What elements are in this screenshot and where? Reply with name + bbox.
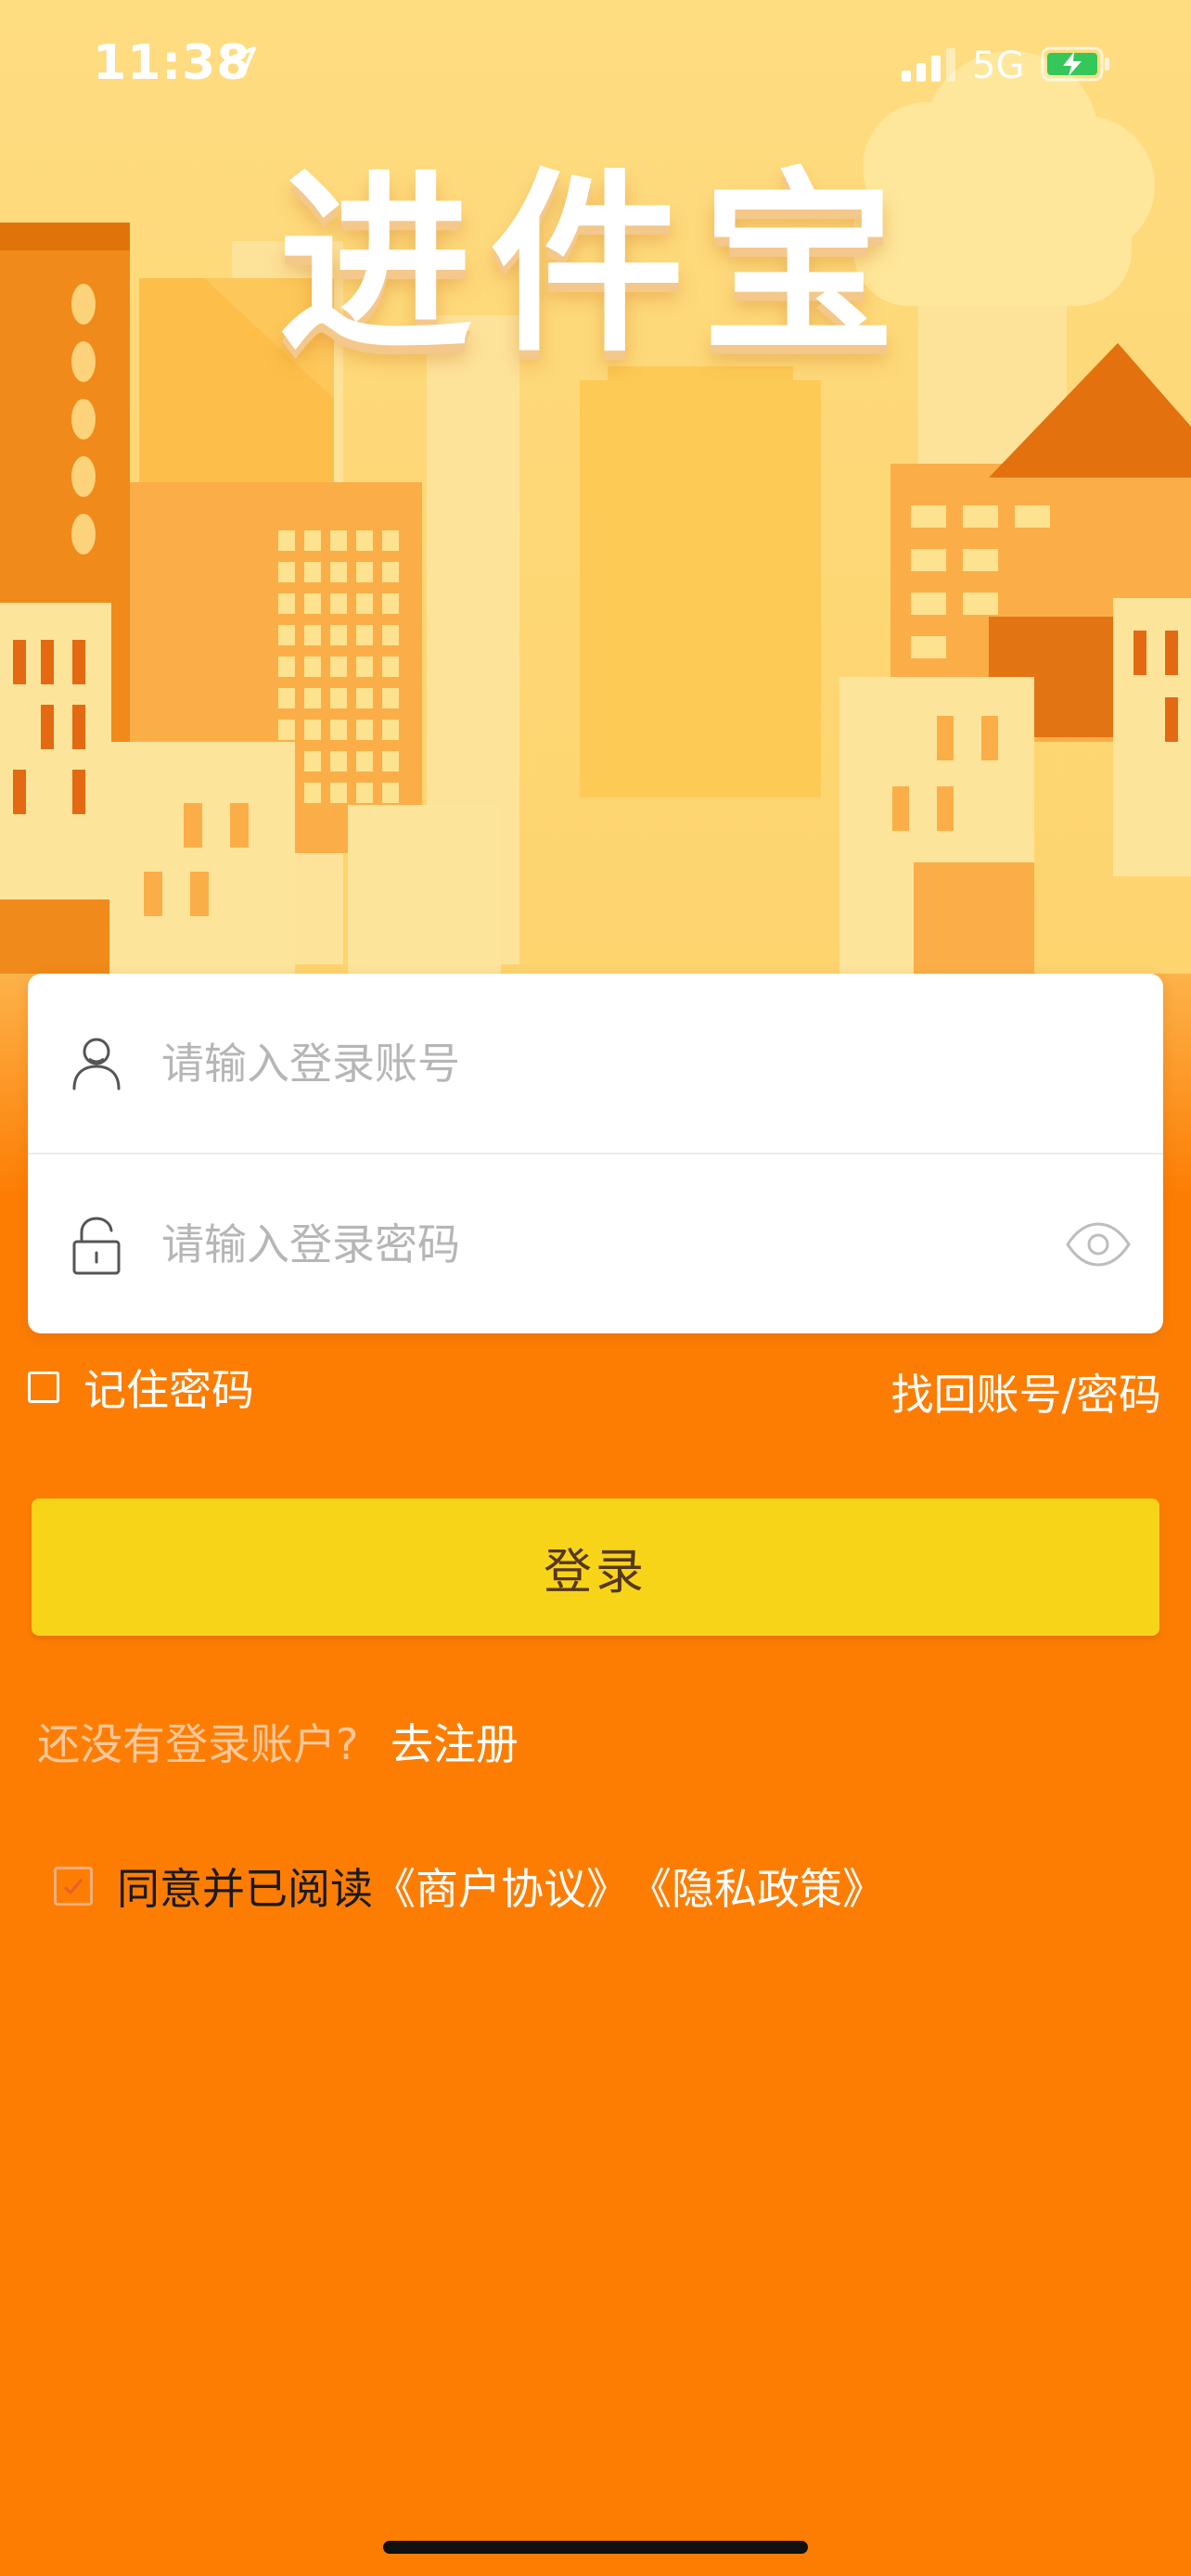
login-button[interactable]: 登录 bbox=[32, 1498, 1159, 1636]
check-icon bbox=[63, 1879, 83, 1895]
network-type: 5G bbox=[972, 45, 1025, 87]
password-input[interactable] bbox=[160, 1206, 1035, 1282]
password-field-row bbox=[28, 1154, 1163, 1333]
user-icon bbox=[72, 1038, 121, 1090]
home-indicator bbox=[383, 2541, 808, 2554]
remember-password[interactable]: 记住密码 bbox=[28, 1361, 254, 1415]
account-input[interactable] bbox=[160, 1026, 1035, 1102]
agreement-checkbox[interactable] bbox=[54, 1867, 93, 1906]
register-link[interactable]: 去注册 bbox=[391, 1719, 519, 1769]
eye-icon[interactable] bbox=[1065, 1221, 1132, 1268]
register-row: 还没有登录账户? 去注册 bbox=[37, 1711, 519, 1772]
battery-charging-icon bbox=[1041, 46, 1109, 82]
app-title: 进件宝 bbox=[277, 151, 913, 378]
remember-checkbox[interactable] bbox=[28, 1371, 59, 1403]
merchant-agreement-link[interactable]: 《商户协议》 bbox=[373, 1855, 629, 1917]
agreement-row: 同意并已阅读 《商户协议》 《隐私政策》 bbox=[54, 1858, 885, 1914]
privacy-policy-link[interactable]: 《隐私政策》 bbox=[629, 1855, 885, 1917]
agreement-text: 同意并已阅读 bbox=[117, 1864, 373, 1914]
forgot-account-link[interactable]: 找回账号/密码 bbox=[891, 1361, 1162, 1422]
login-form bbox=[28, 974, 1163, 1333]
remember-label: 记住密码 bbox=[83, 1365, 254, 1415]
account-field-row bbox=[28, 974, 1163, 1154]
lock-icon bbox=[72, 1217, 121, 1275]
signal-bars-icon bbox=[902, 48, 955, 82]
location-arrow-icon bbox=[224, 46, 256, 78]
register-hint: 还没有登录账户? bbox=[37, 1719, 359, 1769]
